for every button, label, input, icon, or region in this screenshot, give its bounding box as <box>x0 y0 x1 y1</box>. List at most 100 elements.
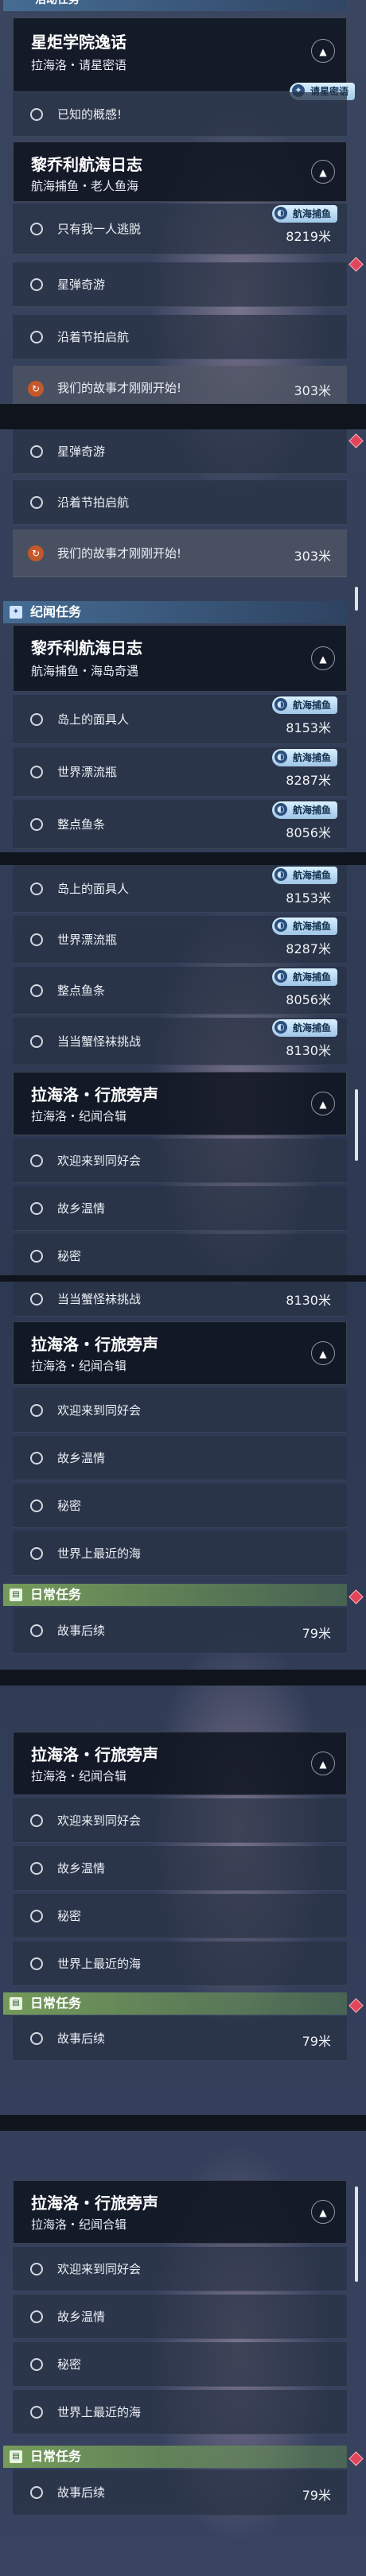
task-label: 岛上的面具人 <box>57 882 130 896</box>
quest-title: 黎乔利航海日志 <box>31 638 142 658</box>
task-label: 秘密 <box>57 2357 82 2372</box>
hanghai-tag: ◐ 航海捕鱼 <box>271 918 337 935</box>
task-label: 故事后续 <box>57 1624 106 1638</box>
task-label: 欢迎来到同好会 <box>57 2262 142 2276</box>
task-label: 欢迎来到同好会 <box>57 1154 142 1168</box>
fish-icon: ◐ <box>274 1021 287 1034</box>
task-row[interactable]: 秘密 <box>13 1484 347 1528</box>
task-row[interactable]: ◐ 航海捕鱼 整点鱼条 8056米 <box>13 967 347 1014</box>
task-circle-icon <box>30 444 43 458</box>
task-row[interactable]: 沿着节拍启航 <box>13 315 347 359</box>
task-circle-icon <box>30 2262 43 2275</box>
quest-subtitle: 航海捕鱼・海岛奇遇 <box>31 664 139 678</box>
task-row[interactable]: 欢迎来到同好会 <box>13 1139 347 1183</box>
quest-subtitle: 拉海洛・纪闻合辑 <box>31 1359 127 1373</box>
quest-title: 拉海洛・行旅旁声 <box>31 1335 158 1354</box>
task-row[interactable]: 已知的概感! <box>13 92 347 137</box>
task-row[interactable]: 秘密 <box>13 1234 347 1275</box>
task-row[interactable]: 星弹奇游 <box>13 429 347 474</box>
collapse-chevron-icon[interactable]: ▲ <box>311 1092 335 1115</box>
task-label: 世界漂流瓶 <box>57 765 118 779</box>
task-row[interactable]: 故乡温情 <box>13 1436 347 1480</box>
task-row-daily[interactable]: 故事后续 79米 <box>13 2469 347 2516</box>
task-circle-icon <box>30 1546 43 1560</box>
task-distance: 8153米 <box>286 720 331 735</box>
section-header-jiwen: ✦ 纪闻任务 <box>3 601 347 623</box>
task-row[interactable]: 沿着节拍启航 <box>13 480 347 525</box>
quest-subtitle: 拉海洛・纪闻合辑 <box>31 1109 127 1123</box>
task-row[interactable]: ◐ 航海捕鱼 只有我一人逃脱 8219米 <box>13 204 347 254</box>
task-distance: 8153米 <box>286 890 331 906</box>
task-circle-icon <box>30 107 43 121</box>
collapse-chevron-icon[interactable]: ▲ <box>311 2200 335 2224</box>
section-header-daily: ▤ 日常任务 <box>3 1992 347 2015</box>
task-row[interactable]: 当当蟹怪袜挑战 8130米 <box>13 1282 347 1317</box>
scrollbar-thumb[interactable] <box>355 587 358 611</box>
task-label: 故乡温情 <box>57 1201 106 1216</box>
collapse-chevron-icon[interactable]: ▲ <box>311 39 335 63</box>
task-label: 星弹奇游 <box>57 277 106 292</box>
task-label: 故事后续 <box>57 2485 106 2500</box>
task-label: 我们的故事才刚刚开始! <box>57 381 182 395</box>
task-row[interactable]: ◐ 航海捕鱼 世界漂流瓶 8287米 <box>13 916 347 964</box>
tracking-marker-icon <box>348 2451 364 2466</box>
task-circle-icon <box>30 1499 43 1512</box>
task-row[interactable]: 世界上最近的海 <box>13 1942 347 1986</box>
task-row[interactable]: ◐ 航海捕鱼 当当蟹怪袜挑战 8130米 <box>13 1018 347 1065</box>
task-row[interactable]: 秘密 <box>13 2342 347 2387</box>
hanghai-tag: ◐ 航海捕鱼 <box>271 867 337 884</box>
task-row[interactable]: ◐ 航海捕鱼 岛上的面具人 8153米 <box>13 695 347 744</box>
quest-card-liqiao-a[interactable]: 黎乔利航海日志 航海捕鱼・老人鱼海 ▲ <box>13 142 347 202</box>
task-label: 故乡温情 <box>57 2310 106 2324</box>
task-row[interactable]: 秘密 <box>13 1894 347 1938</box>
task-label: 欢迎来到同好会 <box>57 1814 142 1828</box>
quest-card-haiyang[interactable]: 拉海洛・行旅旁声 拉海洛・纪闻合辑 ▲ <box>13 1321 347 1385</box>
task-row-story[interactable]: ↻ 我们的故事才刚刚开始! 303米 <box>13 366 347 404</box>
quest-card-haiyang[interactable]: 拉海洛・行旅旁声 拉海洛・纪闻合辑 ▲ <box>13 1732 347 1795</box>
task-row[interactable]: ◐ 航海捕鱼 世界漂流瓶 8287米 <box>13 747 347 797</box>
collapse-chevron-icon[interactable]: ▲ <box>311 1341 335 1365</box>
task-row-story[interactable]: ↻ 我们的故事才刚刚开始! 303米 <box>13 530 347 577</box>
task-row[interactable]: ◐ 航海捕鱼 岛上的面具人 8153米 <box>13 865 347 913</box>
segment-6: 拉海洛・行旅旁声 拉海洛・纪闻合辑 ▲ 欢迎来到同好会 故乡温情 秘密 世界上最… <box>0 2131 366 2576</box>
task-row[interactable]: 欢迎来到同好会 <box>13 1388 347 1433</box>
task-row[interactable]: 欢迎来到同好会 <box>13 2247 347 2291</box>
task-circle-icon <box>30 765 43 778</box>
quest-title: 黎乔利航海日志 <box>31 155 142 174</box>
quest-title: 拉海洛・行旅旁声 <box>31 1745 158 1764</box>
task-circle-icon <box>30 330 43 343</box>
task-circle-icon <box>30 1814 43 1827</box>
collapse-chevron-icon[interactable]: ▲ <box>311 646 335 670</box>
collapse-chevron-icon[interactable]: ▲ <box>311 160 335 184</box>
task-label: 世界上最近的海 <box>57 1546 142 1561</box>
scrollbar-thumb[interactable] <box>355 1089 358 1161</box>
task-distance: 8219米 <box>286 229 331 244</box>
fish-icon: ◐ <box>274 970 287 983</box>
story-quest-icon: ↻ <box>28 545 44 561</box>
collapse-chevron-icon[interactable]: ▲ <box>311 1752 335 1775</box>
quest-title: 拉海洛・行旅旁声 <box>31 1085 158 1104</box>
task-circle-icon <box>30 1957 43 1970</box>
quest-card-haiyang[interactable]: 拉海洛・行旅旁声 拉海洛・纪闻合辑 ▲ <box>13 2180 347 2244</box>
task-circle-icon <box>30 1034 43 1048</box>
scrollbar-thumb[interactable] <box>355 2186 358 2282</box>
quest-card-haiyang[interactable]: 拉海洛・行旅旁声 拉海洛・纪闻合辑 ▲ <box>13 1072 347 1135</box>
task-row[interactable]: ◐ 航海捕鱼 整点鱼条 8056米 <box>13 800 347 849</box>
task-row[interactable]: 星弹奇游 <box>13 262 347 307</box>
task-label: 整点鱼条 <box>57 983 106 998</box>
task-row-daily[interactable]: 故事后续 79米 <box>13 2016 347 2061</box>
task-row[interactable]: 世界上最近的海 <box>13 1531 347 1576</box>
task-row[interactable]: 故乡温情 <box>13 2295 347 2339</box>
task-circle-icon <box>30 983 43 997</box>
quest-card-liqiao-b[interactable]: 黎乔利航海日志 航海捕鱼・海岛奇遇 ▲ <box>13 625 347 692</box>
task-row-daily[interactable]: 故事后续 79米 <box>13 1608 347 1654</box>
tracking-marker-icon <box>348 257 364 272</box>
task-row[interactable]: 故乡温情 <box>13 1186 347 1231</box>
segment-1: 活动任务 星炬学院逸话 拉海洛・请星密语 ▲ ✦ 请星密语 已知的概感! 黎乔利航… <box>0 0 366 404</box>
task-row[interactable]: 世界上最近的海 <box>13 2390 347 2434</box>
task-label: 世界上最近的海 <box>57 2405 142 2419</box>
task-row[interactable]: 故乡温情 <box>13 1846 347 1891</box>
quest-card-xingju[interactable]: 星炬学院逸话 拉海洛・请星密语 ▲ <box>13 17 347 92</box>
task-row[interactable]: 欢迎来到同好会 <box>13 1798 347 1843</box>
screenshot-divider <box>0 2115 366 2131</box>
